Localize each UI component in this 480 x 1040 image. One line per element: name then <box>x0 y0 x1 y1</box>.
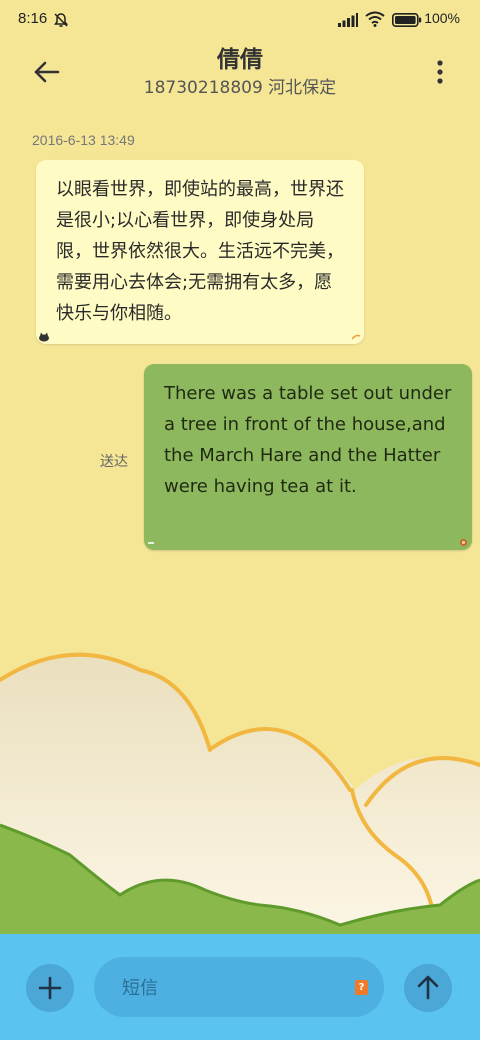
add-attachment-button[interactable] <box>26 964 74 1012</box>
bell-muted-icon <box>54 13 68 27</box>
incoming-message-bubble[interactable]: 以眼看世界，即使站的最高，世界还是很小;以心看世界，即使身处局限，世界依然很大。… <box>36 160 364 344</box>
delivery-status: 送达 <box>100 454 128 470</box>
send-arrow-icon <box>417 975 439 1000</box>
more-vert-icon[interactable] <box>430 57 450 87</box>
wifi-icon <box>365 11 385 27</box>
sticker-cat-icon <box>39 332 49 342</box>
contact-name: 倩倩 <box>217 47 263 73</box>
cloud-hill-scenery <box>0 652 480 940</box>
sms-input-wrapper: ? <box>94 957 384 1017</box>
incoming-message-text: 以眼看世界，即使站的最高，世界还是很小;以心看世界，即使身处局限，世界依然很大。… <box>56 179 344 324</box>
conversation-header: 倩倩 18730218809 河北保定 <box>0 40 480 110</box>
contact-detail: 18730218809 河北保定 <box>143 78 337 98</box>
composer-bar: ? <box>0 934 480 1040</box>
status-bar: 8:16 100% <box>0 0 480 40</box>
message-timestamp: 2016-6-13 13:49 <box>32 132 135 148</box>
battery-icon <box>392 13 422 27</box>
plus-icon <box>38 976 62 1000</box>
status-time: 8:16 <box>18 10 48 27</box>
signal-icon <box>338 13 358 27</box>
sticker-leaf-icon <box>352 334 360 340</box>
send-button[interactable] <box>404 964 452 1012</box>
sticker-acorn-icon <box>460 539 467 546</box>
outgoing-message-text: There was a table set out under a tree i… <box>164 383 452 497</box>
sim-card-badge[interactable]: ? <box>355 980 368 995</box>
sms-input[interactable] <box>120 971 344 1005</box>
battery-percent: 100% <box>424 10 460 26</box>
sticker-dot-icon <box>148 542 154 544</box>
outgoing-message-bubble[interactable]: There was a table set out under a tree i… <box>144 364 472 550</box>
